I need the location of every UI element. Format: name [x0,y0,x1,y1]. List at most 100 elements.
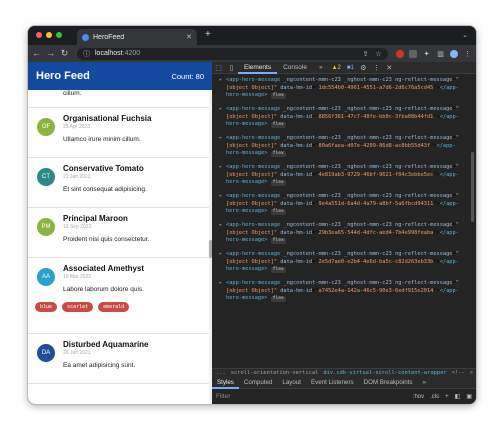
hero-feed-app: Hero Feed Count: 80 cillum. OF Organisati… [28,62,212,404]
dom-node[interactable]: ▸ <app-hero-message _ngcontent-mmn-c23 _n… [219,106,466,135]
device-toolbar-icon[interactable]: ▯ [225,64,238,72]
tab-styles[interactable]: Styles [212,377,239,389]
tab-elements[interactable]: Elements [238,62,278,74]
kebab-menu-icon[interactable]: ⋮ [370,64,383,72]
message-body: cillum. [63,90,82,97]
tab-dom-breakpoints[interactable]: DOM Breakpoints [359,377,418,389]
flex-badge[interactable]: flex [270,238,286,244]
breadcrumb-item[interactable]: <!-- [452,370,465,376]
message-author: Associated Amethyst [63,264,145,273]
dom-node[interactable]: ▸ <app-hero-message _ngcontent-mmn-c23 _n… [219,280,466,309]
more-tabs-button[interactable]: » [313,62,329,74]
extension-icon[interactable] [409,49,417,58]
gear-icon[interactable]: ⚙ [357,64,370,72]
expand-arrow-icon[interactable]: ▸ [219,280,226,288]
flex-badge[interactable]: flex [270,267,286,273]
dom-tree[interactable]: ▸ <app-hero-message _ngcontent-mmn-c23 _n… [212,75,476,368]
dom-node[interactable]: ▸ <app-hero-message _ngcontent-mmn-c23 _n… [219,164,466,193]
expand-arrow-icon[interactable]: ▸ [219,251,226,259]
message-feed[interactable]: cillum. OF Organisational Fuchsia 25 Apr 2… [28,90,209,404]
devtools-panel: ⬚ ▯ Elements Console » ▲2 ■1 ⚙ ⋮ ✕ ▸ <app… [212,62,476,404]
dom-node[interactable]: ▸ <app-hero-message _ngcontent-mmn-c23 _n… [219,251,466,280]
list-item: PM Principal Maroon 19 Sep 2022 Proident ni… [28,208,209,258]
bookmark-star-icon[interactable]: ☆ [374,50,383,58]
dom-node[interactable]: ▸ <app-hero-message _ngcontent-mmn-c23 _n… [219,135,466,164]
inspect-icon[interactable]: ⬚ [212,64,225,72]
info-icon[interactable]: ⓘ [82,49,91,59]
browser-window: HeroFeed ✕ + ⌄ ← → ↻ ⓘ localhost:4200 ⇪ … [28,26,476,404]
message-date: 19 Sep 2022 [63,224,92,230]
tag-chip[interactable]: scarlet [62,302,94,312]
expand-arrow-icon[interactable]: ▸ [219,164,226,172]
message-body: Ea amet adipisicing sunt. [63,362,136,369]
filter-input[interactable] [216,393,407,400]
breadcrumb-item[interactable]: div.cdk-virtual-scroll-content-wrapper [323,370,446,376]
tag-list: blue scarlet emerald [35,302,202,312]
tag-chip[interactable]: emerald [98,302,130,312]
issue-count[interactable]: ■1 [345,65,356,71]
address-bar[interactable]: ⓘ localhost:4200 ⇪ ☆ [77,47,388,60]
tab-computed[interactable]: Computed [239,377,278,389]
tag-chip[interactable]: blue [35,302,58,312]
expand-arrow-icon[interactable]: ▸ [219,77,226,85]
avatar: OF [37,118,55,136]
list-item: OF Organisational Fuchsia 25 Apr 2023 Ullam… [28,108,209,158]
styles-filter-bar: :hov .cls + ◧ ▣ [212,389,476,404]
extension-icon[interactable] [396,49,404,58]
tab-layout[interactable]: Layout [277,377,306,389]
class-toggle-button[interactable]: .cls [430,394,439,400]
hover-state-button[interactable]: :hov [413,394,424,400]
expand-arrow-icon[interactable]: ▸ [219,222,226,230]
flex-badge[interactable]: flex [270,93,286,99]
list-item: AA Associated Amethyst 10 Mar 2022 Labore l… [28,258,209,334]
new-tab-button[interactable]: + [205,30,211,40]
flex-badge[interactable]: flex [270,209,286,215]
tab-event-listeners[interactable]: Event Listeners [306,377,359,389]
expand-arrow-icon[interactable]: ▸ [219,135,226,143]
close-window-button[interactable] [36,32,42,38]
window-controls [36,32,62,38]
flex-badge[interactable]: flex [270,151,286,157]
dom-node[interactable]: ▸ <app-hero-message _ngcontent-mmn-c23 _n… [219,77,466,106]
message-author: Organisational Fuchsia [63,114,152,123]
breadcrumb-item[interactable]: > [470,370,473,376]
breadcrumb-item[interactable]: scroll-orientation-vertical [231,370,319,376]
back-icon[interactable]: ← [32,49,41,58]
sidebar-toggle-icon[interactable]: ▣ [466,393,472,400]
expand-arrow-icon[interactable]: ▸ [219,193,226,201]
new-rule-button[interactable]: + [445,394,449,400]
close-icon[interactable]: ✕ [383,64,396,72]
paint-icon[interactable]: ◧ [455,393,461,400]
profile-avatar[interactable] [450,49,458,58]
chevron-down-icon[interactable]: ⌄ [462,31,468,39]
warning-count[interactable]: ▲2 [330,65,343,71]
zoom-window-button[interactable] [56,32,62,38]
reload-icon[interactable]: ↻ [60,49,69,58]
menu-icon[interactable]: ⋮ [463,50,472,58]
favicon-icon [82,33,89,41]
share-icon[interactable]: ⇪ [361,50,370,58]
sidepanel-icon[interactable]: ▥ [436,50,445,58]
browser-tab[interactable]: HeroFeed ✕ [77,29,197,45]
breadcrumb-item[interactable]: ... [216,370,226,376]
forward-icon[interactable]: → [46,49,55,58]
message-date: 25 Apr 2023 [63,124,90,130]
tab-console[interactable]: Console [277,62,313,74]
minimize-window-button[interactable] [46,32,52,38]
tab-title: HeroFeed [93,33,125,41]
tab-strip: HeroFeed ✕ + ⌄ [28,26,476,45]
expand-arrow-icon[interactable]: ▸ [219,106,226,114]
more-tabs-button[interactable]: » [418,377,431,389]
message-author: Disturbed Aquamarine [63,340,149,349]
dom-tree-scrollbar[interactable] [471,152,474,222]
close-icon[interactable]: ✕ [186,33,192,41]
dom-node[interactable]: ▸ <app-hero-message _ngcontent-mmn-c23 _n… [219,222,466,251]
flex-badge[interactable]: flex [270,180,286,186]
puzzle-icon[interactable]: ✦ [422,50,431,58]
avatar: DA [37,344,55,362]
avatar: CT [37,168,55,186]
dom-node[interactable]: ▸ <app-hero-message _ngcontent-mmn-c23 _n… [219,193,466,222]
message-body: Labore laborum dolore quis. [63,286,144,293]
flex-badge[interactable]: flex [270,122,286,128]
flex-badge[interactable]: flex [270,296,286,302]
